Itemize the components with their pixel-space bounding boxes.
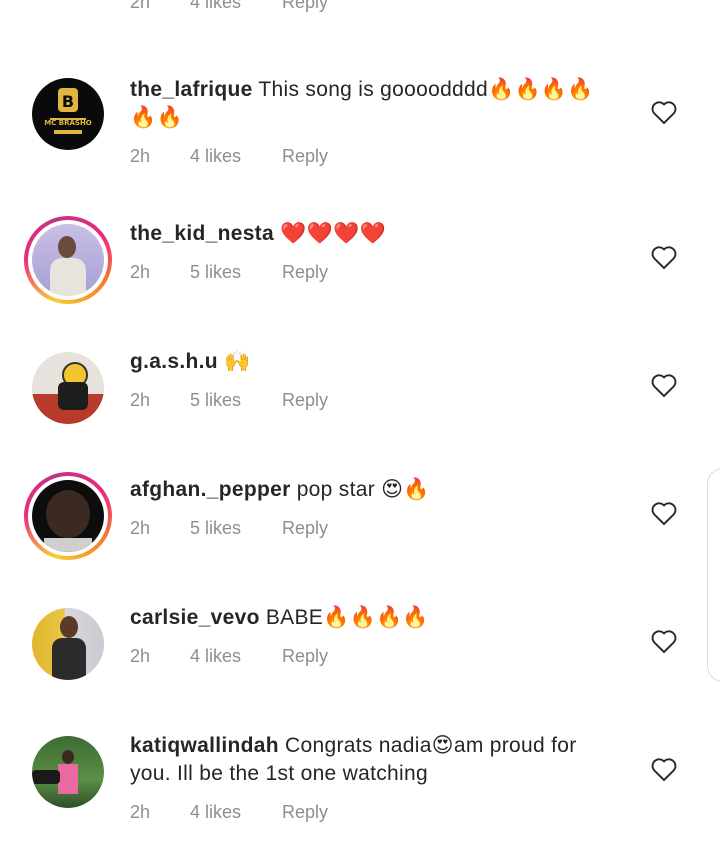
reply-button[interactable]: Reply xyxy=(282,802,328,823)
heart-outline-icon[interactable] xyxy=(650,372,678,398)
reply-button[interactable]: Reply xyxy=(282,0,328,13)
comment-time: 2h xyxy=(130,262,151,282)
comment-body: 🙌 xyxy=(224,350,251,373)
comment-body: pop star 😍🔥 xyxy=(296,478,430,501)
avatar-wrap[interactable] xyxy=(24,728,112,816)
comment-text-block: carlsie_vevo BABE🔥🔥🔥🔥 xyxy=(130,604,620,632)
comment-username[interactable]: the_kid_nesta xyxy=(130,222,274,245)
avatar-wrap[interactable] xyxy=(24,344,112,432)
comment-meta: 2h 4 likes Reply xyxy=(130,0,328,13)
comment-username[interactable]: carlsie_vevo xyxy=(130,606,260,629)
comment-item: 2h 4 likes Reply xyxy=(0,0,720,30)
avatar-wrap[interactable]: B MC BRASHO xyxy=(24,70,112,158)
avatar: B MC BRASHO xyxy=(32,78,104,150)
reply-button[interactable]: Reply xyxy=(282,262,328,283)
comment-likes[interactable]: 5 likes xyxy=(190,390,282,411)
side-panel-edge[interactable] xyxy=(707,468,720,682)
comment-meta: 2h 5 likes Reply xyxy=(130,518,328,539)
comment-time: 2h xyxy=(130,390,151,410)
reply-button[interactable]: Reply xyxy=(282,146,328,167)
comment-body: BABE🔥🔥🔥🔥 xyxy=(265,606,429,629)
heart-outline-icon[interactable] xyxy=(650,99,678,125)
comment-text-block: the_lafrique This song is goooodddd🔥🔥🔥🔥🔥… xyxy=(130,76,620,132)
comment-item: katiqwallindah Congrats nadia😍am proud f… xyxy=(0,728,720,838)
heart-outline-icon[interactable] xyxy=(650,628,678,654)
comment-time: 2h xyxy=(130,518,151,538)
avatar xyxy=(32,608,104,680)
comment-username[interactable]: g.a.s.h.u xyxy=(130,350,218,373)
heart-outline-icon[interactable] xyxy=(650,244,678,270)
comment-text-block: afghan._pepper pop star 😍🔥 xyxy=(130,476,620,504)
comment-text-block: g.a.s.h.u 🙌 xyxy=(130,348,620,376)
avatar xyxy=(32,480,104,552)
comment-username[interactable]: afghan._pepper xyxy=(130,478,291,501)
heart-outline-icon[interactable] xyxy=(650,500,678,526)
comment-text-block: the_kid_nesta ❤️❤️❤️❤️ xyxy=(130,220,620,248)
comment-meta: 2h 4 likes Reply xyxy=(130,646,328,667)
reply-button[interactable]: Reply xyxy=(282,646,328,667)
comment-text-block: katiqwallindah Congrats nadia😍am proud f… xyxy=(130,732,620,788)
comment-meta: 2h 4 likes Reply xyxy=(130,802,328,823)
avatar xyxy=(32,736,104,808)
comment-meta: 2h 5 likes Reply xyxy=(130,390,328,411)
comment-item: afghan._pepper pop star 😍🔥 2h 5 likes Re… xyxy=(0,472,720,572)
comment-meta: 2h 5 likes Reply xyxy=(130,262,328,283)
mc-brasho-logo: B xyxy=(50,88,86,134)
comment-item: g.a.s.h.u 🙌 2h 5 likes Reply xyxy=(0,344,720,444)
comment-username[interactable]: katiqwallindah xyxy=(130,734,279,757)
reply-button[interactable]: Reply xyxy=(282,390,328,411)
avatar-story-ring[interactable] xyxy=(24,216,112,304)
heart-outline-icon[interactable] xyxy=(650,756,678,782)
comment-time: 2h xyxy=(130,0,151,12)
comment-likes[interactable]: 5 likes xyxy=(190,518,282,539)
avatar-wrap[interactable] xyxy=(24,600,112,688)
comment-likes[interactable]: 5 likes xyxy=(190,262,282,283)
comment-likes[interactable]: 4 likes xyxy=(190,0,282,13)
avatar xyxy=(32,352,104,424)
comment-item: the_kid_nesta ❤️❤️❤️❤️ 2h 5 likes Reply xyxy=(0,216,720,316)
comment-username[interactable]: the_lafrique xyxy=(130,78,253,101)
svg-text:B: B xyxy=(62,92,74,111)
comment-likes[interactable]: 4 likes xyxy=(190,802,282,823)
comment-item: carlsie_vevo BABE🔥🔥🔥🔥 2h 4 likes Reply xyxy=(0,600,720,700)
avatar xyxy=(32,224,104,296)
comment-time: 2h xyxy=(130,146,151,166)
comment-time: 2h xyxy=(130,802,151,822)
comment-item: B MC BRASHO the_lafrique This song is go… xyxy=(0,70,720,180)
comment-likes[interactable]: 4 likes xyxy=(190,146,282,167)
reply-button[interactable]: Reply xyxy=(282,518,328,539)
comment-time: 2h xyxy=(130,646,151,666)
comment-meta: 2h 4 likes Reply xyxy=(130,146,328,167)
comment-body: ❤️❤️❤️❤️ xyxy=(280,222,386,245)
avatar-story-ring[interactable] xyxy=(24,472,112,560)
avatar-logo-text: MC BRASHO xyxy=(44,119,92,127)
comment-likes[interactable]: 4 likes xyxy=(190,646,282,667)
